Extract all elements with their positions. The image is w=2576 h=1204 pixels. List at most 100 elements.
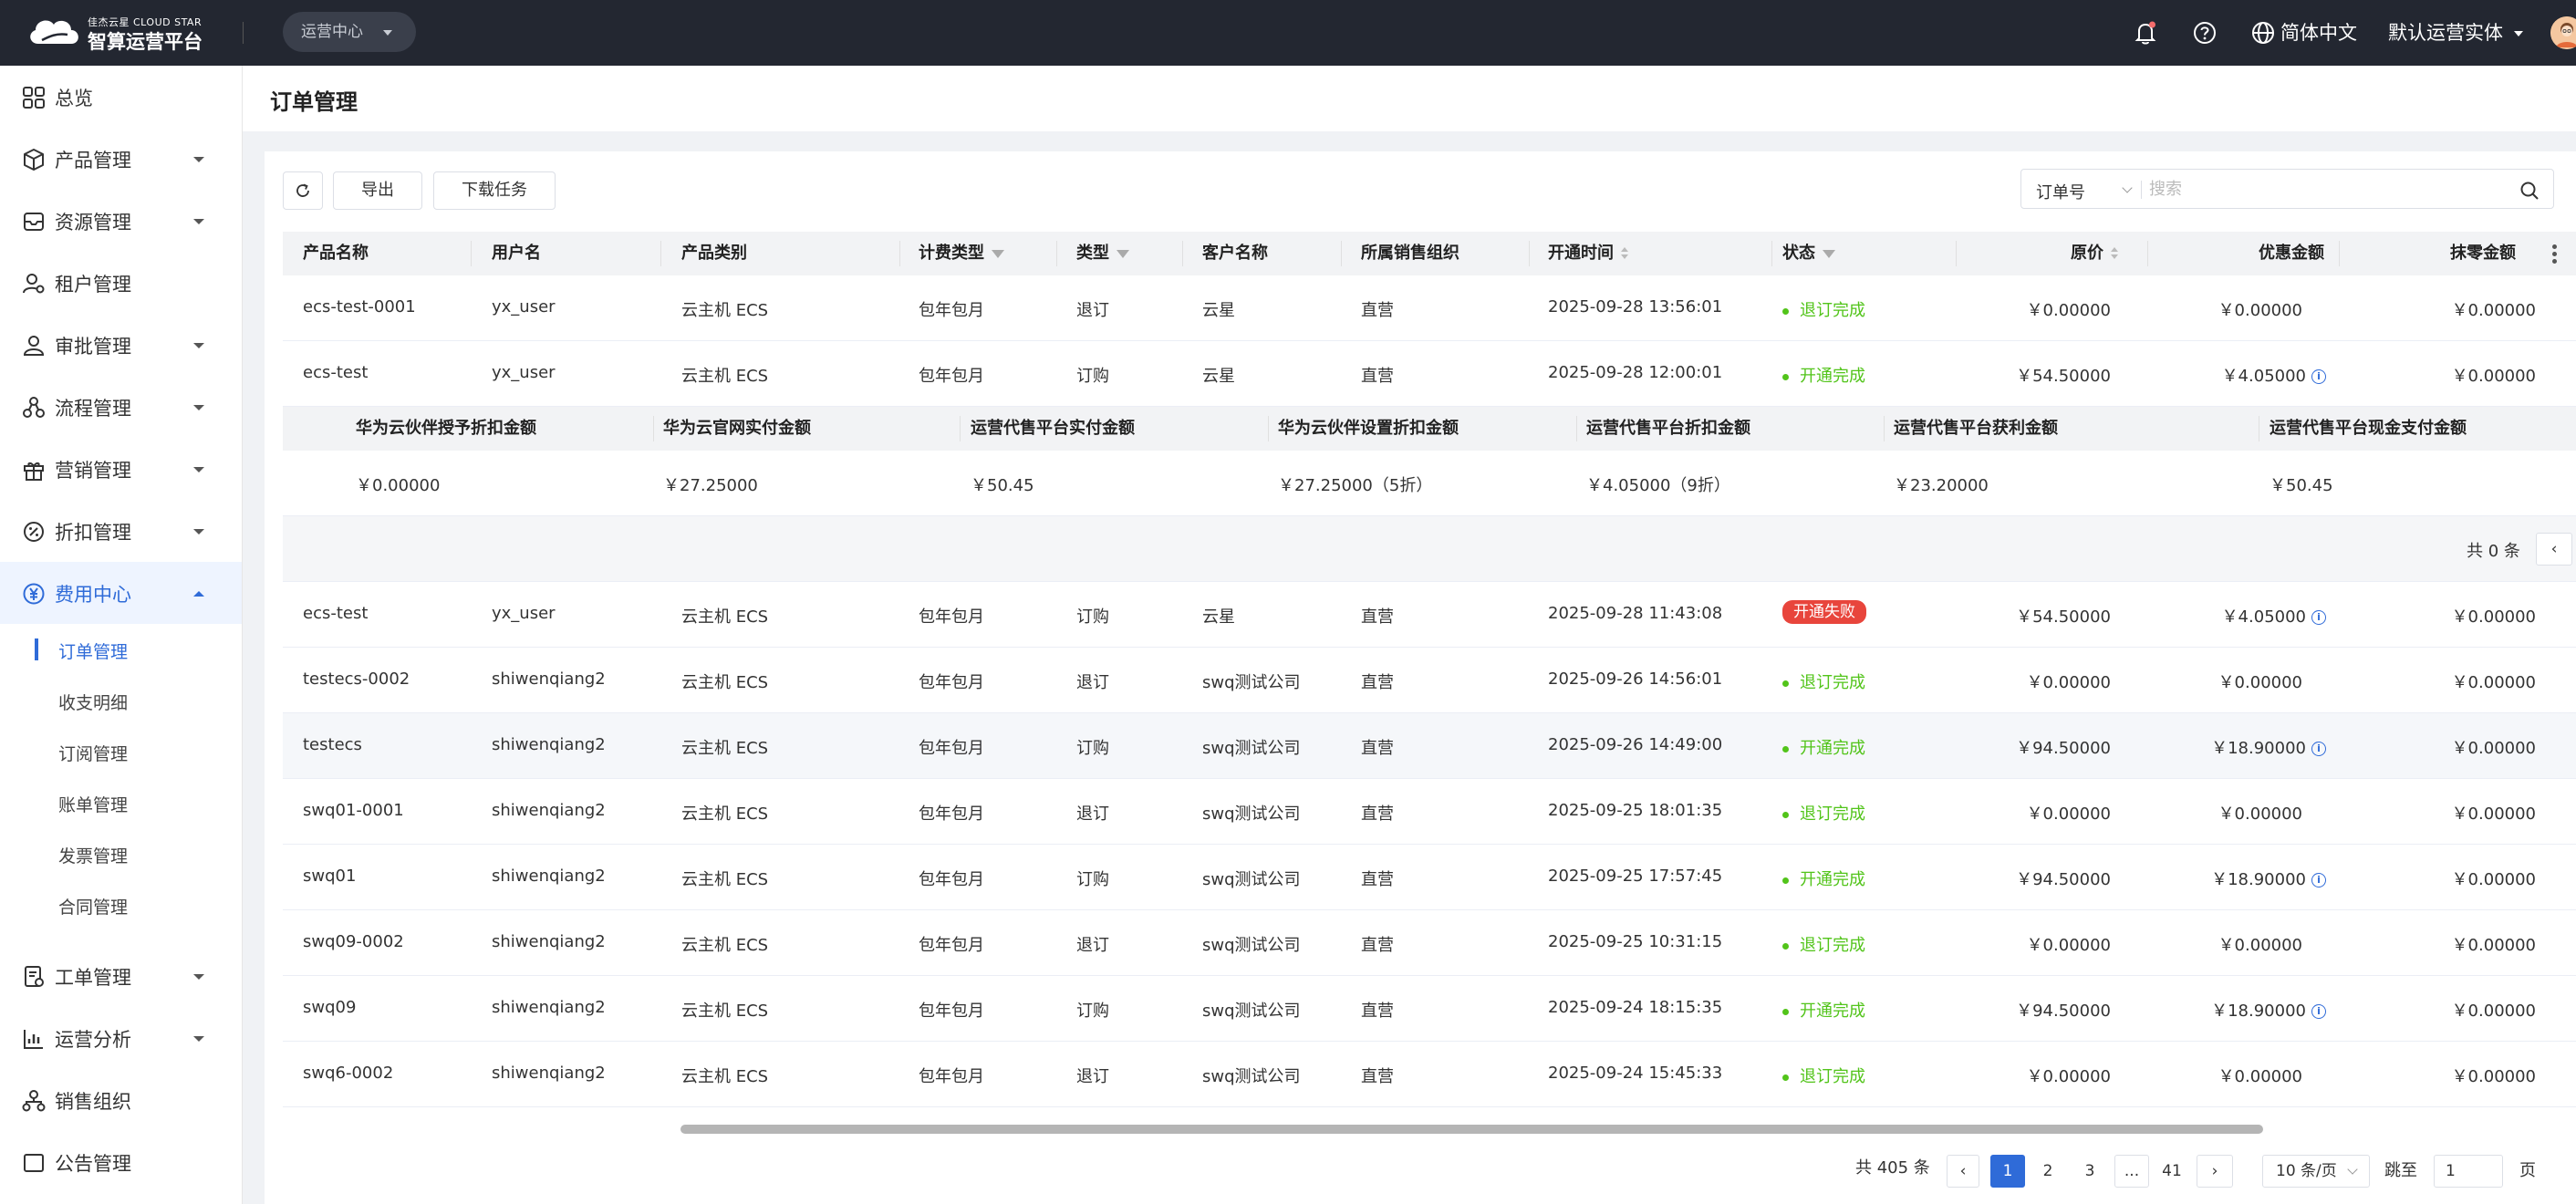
- sidebar-item-tenants[interactable]: 租户管理: [0, 252, 242, 314]
- column-divider: [1056, 241, 1057, 266]
- status-text: 退订完成: [1800, 804, 1865, 824]
- sidebar-item-label: 租户管理: [55, 274, 131, 296]
- refresh-button[interactable]: [283, 171, 323, 210]
- export-button[interactable]: 导出: [333, 171, 422, 210]
- horizontal-scrollbar[interactable]: [680, 1125, 2263, 1134]
- search-type-select[interactable]: 订单号: [2036, 180, 2085, 203]
- brand-name: 智算运营平台: [88, 31, 203, 53]
- sidebar-subitem-invoices[interactable]: 发票管理: [0, 828, 242, 879]
- sidebar-subitem-bills[interactable]: 账单管理: [0, 777, 242, 828]
- col-header-billing-type[interactable]: 计费类型: [919, 232, 1004, 275]
- table-row[interactable]: swq09 shiwenqiang2 云主机 ECS 包年包月 订购 swq测试…: [283, 976, 2576, 1042]
- sidebar-subitem-contracts[interactable]: 合同管理: [0, 879, 242, 930]
- col-header-rounding: 抹零金额: [2450, 244, 2516, 263]
- col-header-type[interactable]: 类型: [1076, 232, 1129, 275]
- sort-icon[interactable]: [1621, 247, 1628, 260]
- col-header-open-time[interactable]: 开通时间: [1548, 232, 1628, 275]
- filter-icon[interactable]: [992, 249, 1004, 258]
- sort-icon[interactable]: [2111, 247, 2118, 260]
- cell-customer: swq测试公司: [1202, 1002, 1301, 1021]
- cell-discount: ￥0.00000: [2218, 936, 2302, 955]
- sidebar-item-sales-org[interactable]: 销售组织: [0, 1069, 242, 1131]
- page-button[interactable]: 2: [2031, 1155, 2065, 1188]
- sidebar-item-billing-center[interactable]: 费用中心: [0, 562, 242, 624]
- info-icon[interactable]: i: [2311, 873, 2326, 887]
- sidebar-item-approvals[interactable]: 审批管理: [0, 314, 242, 376]
- page-button[interactable]: 3: [2072, 1155, 2107, 1188]
- cell-price: ￥0.00000: [2026, 936, 2111, 955]
- cloud-logo-icon: [30, 20, 78, 44]
- sidebar-subitem-subscriptions[interactable]: 订阅管理: [0, 726, 242, 777]
- sidebar-subitem-label: 收支明细: [58, 693, 129, 713]
- table-row[interactable]: ecs-test-0001 yx_user 云主机 ECS 包年包月 退订 云星…: [283, 275, 2576, 341]
- status-badge: 退订完成: [1782, 669, 1865, 693]
- page-button[interactable]: 41: [2155, 1155, 2189, 1188]
- prev-page-button[interactable]: ‹: [1947, 1155, 1979, 1188]
- cell-product-name: swq09-0002: [303, 932, 404, 951]
- table-row[interactable]: swq6-0002 shiwenqiang2 云主机 ECS 包年包月 退订 s…: [283, 1042, 2576, 1107]
- info-icon[interactable]: i: [2311, 610, 2326, 625]
- chart-icon: [24, 1030, 43, 1049]
- col-header-status[interactable]: 状态: [1782, 232, 1835, 275]
- page-size-select[interactable]: 10 条/页: [2262, 1155, 2370, 1188]
- cell-price: ￥94.50000: [2016, 739, 2111, 758]
- sidebar-item-marketing[interactable]: 营销管理: [0, 438, 242, 500]
- expanded-detail-row: ￥0.00000 ￥27.25000 ￥50.45 ￥27.25000（5折） …: [283, 451, 2576, 516]
- filter-icon[interactable]: [1117, 249, 1129, 258]
- table-row[interactable]: swq01 shiwenqiang2 云主机 ECS 包年包月 订购 swq测试…: [283, 845, 2576, 910]
- sidebar-item-analytics[interactable]: 运营分析: [0, 1007, 242, 1069]
- status-dot: [1782, 1074, 1789, 1081]
- cell-type: 订购: [1076, 607, 1109, 627]
- table-row[interactable]: ecs-test yx_user 云主机 ECS 包年包月 订购 云星 直营 2…: [283, 582, 2576, 648]
- column-divider: [653, 416, 654, 441]
- col-header-label: 开通时间: [1548, 244, 1614, 263]
- sidebar-item-discounts[interactable]: 折扣管理: [0, 500, 242, 562]
- avatar[interactable]: [2550, 16, 2576, 49]
- status-badge: 退订完成: [1782, 1064, 1865, 1087]
- caret-down-icon: [193, 219, 204, 224]
- status-dot: [1782, 745, 1789, 752]
- info-icon[interactable]: i: [2311, 369, 2326, 384]
- search-input[interactable]: [2149, 175, 2496, 202]
- sidebar-item-overview[interactable]: 总览: [0, 66, 242, 128]
- search-icon[interactable]: [2519, 181, 2540, 201]
- download-tasks-button[interactable]: 下载任务: [433, 171, 556, 210]
- table-header: 产品名称 用户名 产品类别 计费类型 类型 客户名称 所属销售组织 开通时间 状…: [283, 232, 2576, 275]
- sidebar-item-workflow[interactable]: 流程管理: [0, 376, 242, 438]
- col-header-original-price[interactable]: 原价: [2071, 232, 2118, 275]
- exp-cell: ￥0.00000: [356, 476, 441, 495]
- cell-discount: ￥18.90000 i: [2211, 998, 2326, 1022]
- info-icon[interactable]: i: [2311, 742, 2326, 756]
- prev-page-button[interactable]: ‹: [2536, 533, 2572, 566]
- language-selector[interactable]: 简体中文: [2280, 18, 2357, 47]
- sidebar-item-products[interactable]: 产品管理: [0, 128, 242, 190]
- sidebar-item-announcements[interactable]: 公告管理: [0, 1131, 242, 1193]
- sidebar-subitem-transactions[interactable]: 收支明细: [0, 675, 242, 726]
- center-switch-label: 运营中心: [301, 23, 363, 41]
- filter-icon[interactable]: [1823, 249, 1835, 258]
- sidebar-subitem-orders[interactable]: 订单管理: [0, 624, 242, 675]
- jump-page-input[interactable]: [2434, 1155, 2503, 1188]
- sidebar-item-resources[interactable]: 资源管理: [0, 190, 242, 252]
- cell-org: 直营: [1361, 804, 1394, 824]
- table-row[interactable]: testecs-0002 shiwenqiang2 云主机 ECS 包年包月 退…: [283, 648, 2576, 713]
- column-divider: [660, 241, 661, 266]
- bell-icon[interactable]: [2131, 18, 2160, 47]
- globe-icon[interactable]: [2249, 18, 2278, 47]
- table-row[interactable]: ecs-test yx_user 云主机 ECS 包年包月 订购 云星 直营 2…: [283, 341, 2576, 407]
- column-divider: [1182, 241, 1183, 266]
- table-row[interactable]: testecs shiwenqiang2 云主机 ECS 包年包月 订购 swq…: [283, 713, 2576, 779]
- status-text: 开通完成: [1800, 739, 1865, 758]
- info-icon[interactable]: i: [2311, 1004, 2326, 1019]
- sidebar-item-tickets[interactable]: 工单管理: [0, 945, 242, 1007]
- next-page-button[interactable]: ›: [2197, 1155, 2233, 1188]
- column-settings-icon[interactable]: [2552, 244, 2558, 266]
- page-button[interactable]: 1: [1990, 1155, 2025, 1188]
- table-row[interactable]: swq01-0001 shiwenqiang2 云主机 ECS 包年包月 退订 …: [283, 779, 2576, 845]
- page-ellipsis[interactable]: ...: [2114, 1155, 2149, 1188]
- caret-down-icon: [193, 157, 204, 162]
- entity-selector[interactable]: 默认运营实体: [2388, 18, 2503, 47]
- center-switch-dropdown[interactable]: 运营中心: [283, 12, 416, 52]
- table-row[interactable]: swq09-0002 shiwenqiang2 云主机 ECS 包年包月 退订 …: [283, 910, 2576, 976]
- help-icon[interactable]: [2190, 18, 2219, 47]
